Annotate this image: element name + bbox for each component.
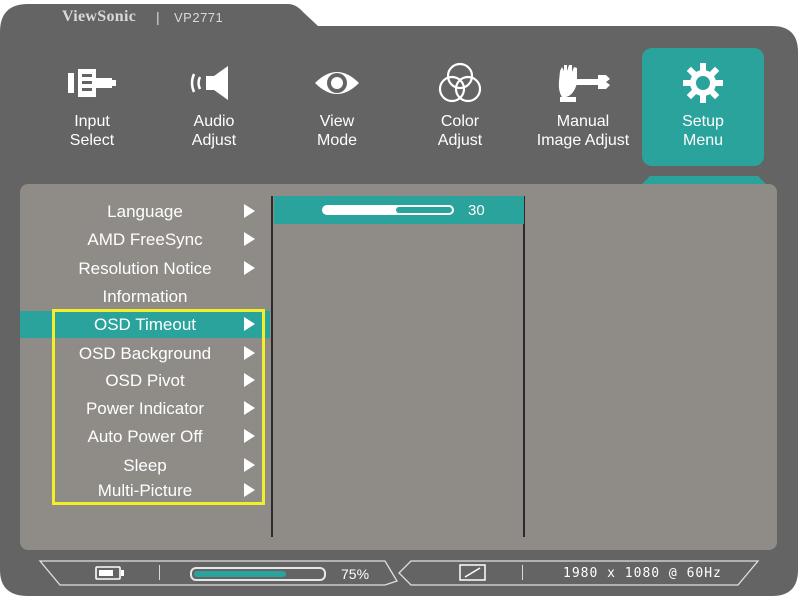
- tab-label-line1: Setup: [682, 113, 724, 130]
- eye-icon: [276, 60, 398, 106]
- input-plug-icon: [31, 60, 153, 106]
- tab-label-line1: Input: [74, 113, 110, 130]
- status-separator: [522, 565, 523, 580]
- tab-setup-menu[interactable]: Setup Menu: [642, 48, 764, 166]
- tab-label-line1: Audio: [193, 113, 235, 130]
- tab-input-select[interactable]: Input Select: [31, 48, 153, 166]
- tab-label-line2: Image Adjust: [536, 132, 630, 149]
- tab-label-line1: Color: [440, 113, 480, 130]
- header-separator: |: [156, 9, 160, 25]
- battery-icon: [95, 566, 125, 580]
- rgb-circles-icon: [399, 60, 521, 106]
- osd-timeout-value-row[interactable]: 30: [274, 196, 524, 224]
- tab-label-line2: Menu: [682, 132, 724, 149]
- tab-manual-image-adjust[interactable]: Manual Image Adjust: [522, 48, 644, 166]
- hand-wrench-icon: [522, 60, 644, 106]
- menu-item-information[interactable]: Information: [20, 283, 270, 310]
- column-divider: [523, 196, 525, 537]
- status-separator: [159, 565, 160, 580]
- model-name: VP2771: [174, 10, 224, 25]
- aspect-ratio-icon: [459, 564, 487, 582]
- selection-highlight-box: [52, 309, 265, 505]
- tab-label-line2: Select: [69, 132, 115, 149]
- arrow-right-icon: [244, 204, 255, 218]
- tab-label-line1: Manual: [556, 113, 610, 130]
- resolution-readout: 1980 x 1080 @ 60Hz: [563, 566, 722, 581]
- tab-label-line2: Mode: [316, 132, 358, 149]
- menu-item-label: Information: [102, 287, 188, 306]
- menu-item-label: Resolution Notice: [78, 259, 212, 278]
- tab-view-mode[interactable]: View Mode: [276, 48, 398, 166]
- menu-item-language[interactable]: Language: [20, 198, 270, 225]
- brand-logo: ViewSonic: [62, 8, 137, 25]
- tab-label-line1: View: [319, 113, 355, 130]
- arrow-right-icon: [244, 232, 255, 246]
- menu-item-label: Language: [107, 202, 183, 221]
- menu-item-resolution-notice[interactable]: Resolution Notice: [20, 255, 270, 282]
- osd-timeout-value: 30: [468, 202, 485, 219]
- slider-remaining: [396, 207, 452, 213]
- tab-label-line2: Adjust: [191, 132, 237, 149]
- brightness-percent: 75%: [341, 566, 370, 582]
- column-divider: [271, 196, 273, 537]
- menu-item-label: AMD FreeSync: [87, 230, 203, 249]
- osd-timeout-slider[interactable]: [322, 205, 454, 215]
- tab-color-adjust[interactable]: Color Adjust: [399, 48, 521, 166]
- brightness-bar-fill: [194, 571, 286, 577]
- menu-item-amd-freesync[interactable]: AMD FreeSync: [20, 226, 270, 253]
- tab-label-line2: Adjust: [437, 132, 483, 149]
- gear-icon: [642, 60, 764, 106]
- brightness-bar: [190, 567, 326, 581]
- speaker-icon: [153, 60, 275, 106]
- arrow-right-icon: [244, 261, 255, 275]
- tab-audio-adjust[interactable]: Audio Adjust: [153, 48, 275, 166]
